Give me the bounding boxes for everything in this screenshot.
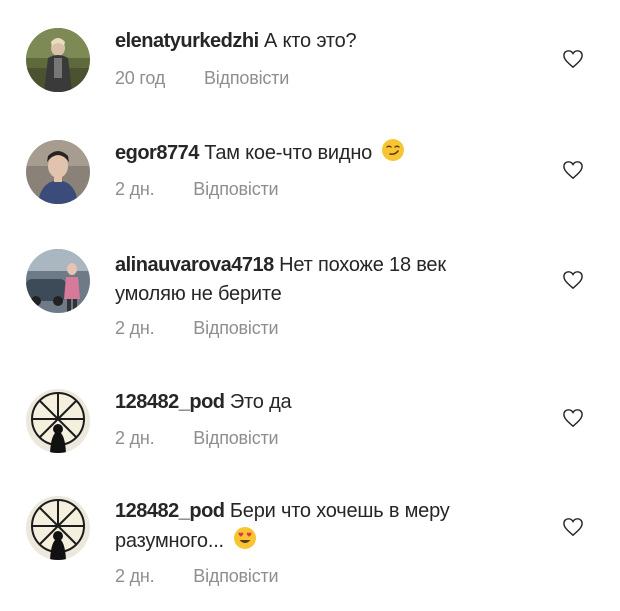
comment-text: А кто это? bbox=[264, 30, 357, 52]
username[interactable]: egor8774 bbox=[115, 142, 199, 164]
comment-text: Бери что хочешь в меру bbox=[229, 500, 450, 522]
comment-time: 20 год bbox=[115, 68, 166, 88]
avatar[interactable] bbox=[26, 28, 90, 92]
heart-outline-icon[interactable] bbox=[562, 408, 584, 428]
reply-button[interactable]: Відповісти bbox=[193, 566, 278, 586]
username[interactable]: 128482_pod bbox=[115, 500, 225, 522]
reply-button[interactable]: Відповісти bbox=[193, 318, 278, 338]
avatar[interactable] bbox=[26, 389, 90, 453]
comment-text: Это да bbox=[229, 391, 292, 413]
heart-outline-icon[interactable] bbox=[562, 49, 584, 69]
reply-button[interactable]: Відповісти bbox=[193, 179, 278, 199]
comment-time: 2 дн. bbox=[115, 179, 155, 199]
comment-text-line2: разумного... bbox=[115, 530, 224, 552]
smirk-emoji-icon bbox=[382, 139, 405, 161]
reply-button[interactable]: Відповісти bbox=[204, 68, 289, 88]
comment-text: Нет похоже 18 век bbox=[279, 254, 446, 276]
avatar[interactable] bbox=[26, 140, 90, 204]
comment-time: 2 дн. bbox=[115, 428, 155, 448]
comment-time: 2 дн. bbox=[115, 318, 155, 338]
username[interactable]: elenatyurkedzhi bbox=[115, 30, 259, 52]
reply-button[interactable]: Відповісти bbox=[193, 428, 278, 448]
heart-outline-icon[interactable] bbox=[562, 270, 584, 290]
heart-outline-icon[interactable] bbox=[562, 160, 584, 180]
username[interactable]: 128482_pod bbox=[115, 391, 225, 413]
username[interactable]: alinauvarova4718 bbox=[115, 254, 274, 276]
comment-time: 2 дн. bbox=[115, 566, 155, 586]
comment-text-line2: умоляю не берите bbox=[115, 283, 282, 305]
heart-outline-icon[interactable] bbox=[562, 517, 584, 537]
comments-list: elenatyurkedzhi А кто это? 20 год Відпов… bbox=[0, 0, 620, 611]
avatar[interactable] bbox=[26, 249, 90, 313]
avatar[interactable] bbox=[26, 496, 90, 560]
comment-text: Там кое-что видно bbox=[204, 142, 373, 164]
heart-eyes-emoji-icon bbox=[234, 527, 257, 549]
